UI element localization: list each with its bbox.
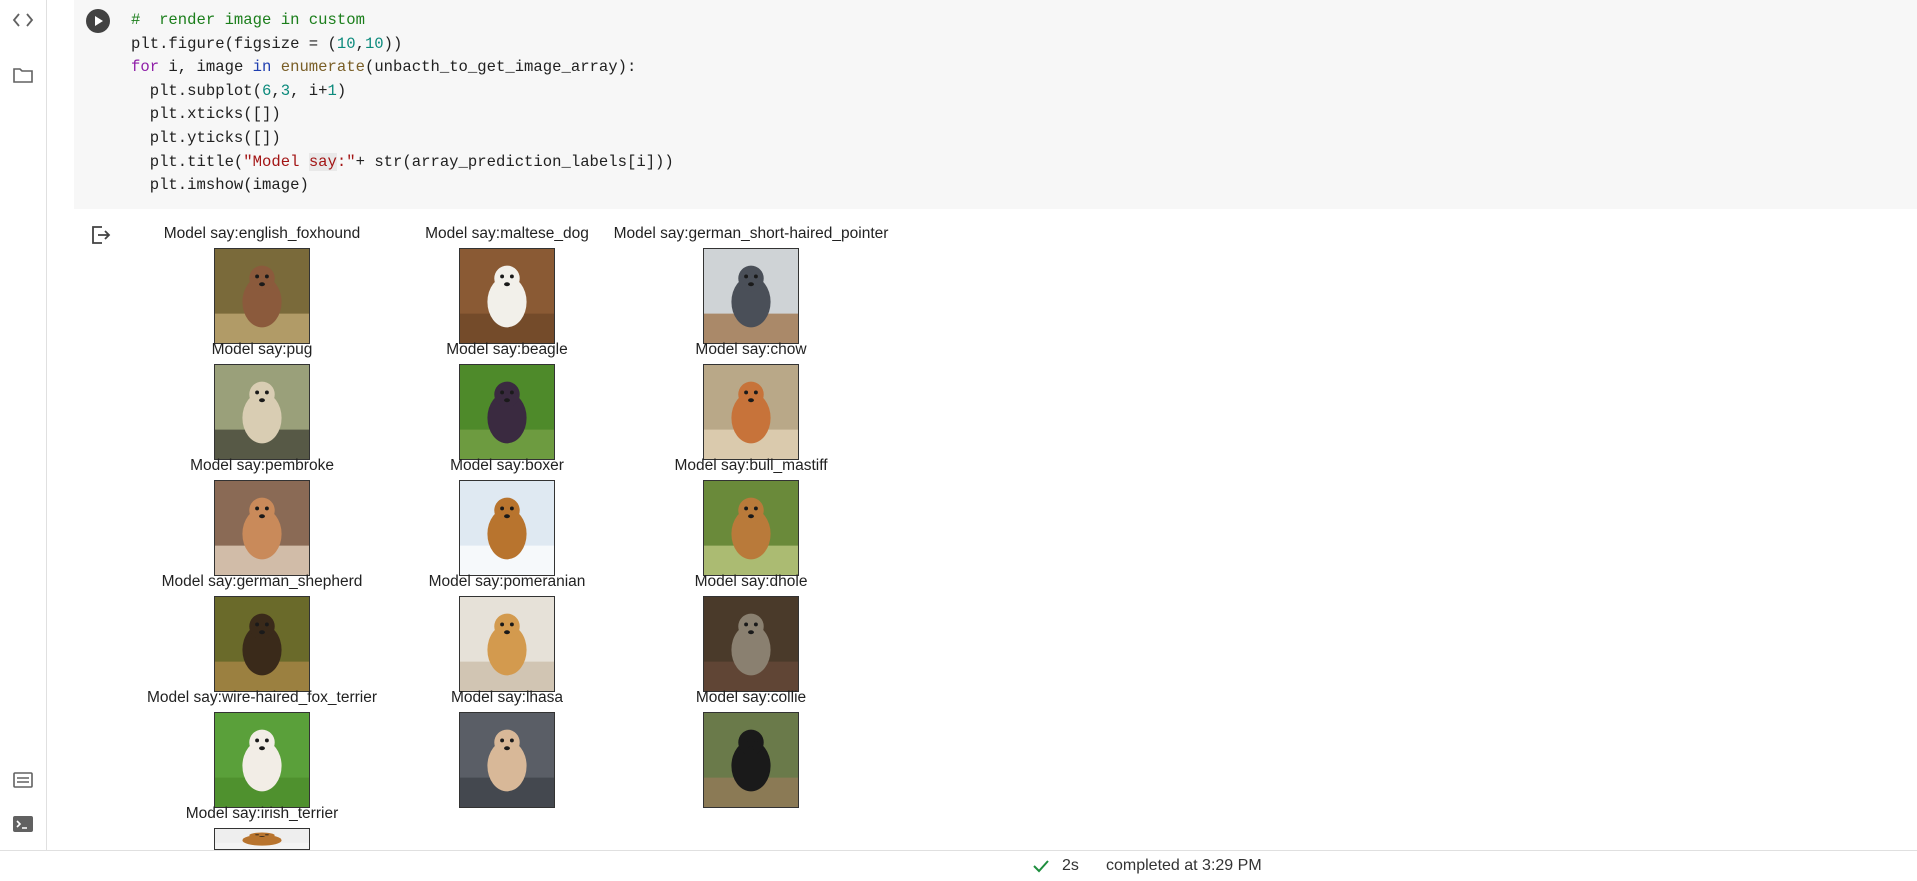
code-line: # render image in custom: [131, 11, 365, 29]
code-icon[interactable]: [9, 6, 37, 34]
dog-image: [214, 364, 310, 460]
subplot-title: Model say:maltese_dog: [425, 225, 589, 242]
dog-image: [703, 596, 799, 692]
subplot-title: Model say:pomeranian: [428, 573, 586, 590]
code-editor[interactable]: # render image in custom plt.figure(figsi…: [131, 9, 674, 198]
subplot-title: Model say:pug: [211, 341, 313, 358]
dog-image: [214, 480, 310, 576]
code-line: plt.subplot(6,3, i+1): [131, 81, 347, 100]
dog-image: [214, 248, 310, 344]
code-line: plt.imshow(image): [131, 176, 309, 195]
subplot-title: Model say:irish_terrier: [185, 805, 339, 822]
output-icon[interactable]: [90, 224, 112, 246]
left-rail: [0, 0, 47, 880]
subplot-title: Model say:german_shepherd: [161, 573, 363, 590]
subplot-title: Model say:german_short-haired_pointer: [613, 225, 889, 242]
dog-image: [703, 480, 799, 576]
terminal-icon[interactable]: [9, 810, 37, 838]
dog-image: [459, 364, 555, 460]
subplot-title: Model say:pembroke: [190, 457, 334, 474]
subplot-title: Model say:boxer: [450, 457, 564, 474]
dog-image: [703, 364, 799, 460]
code-line: plt.xticks([]): [131, 105, 281, 124]
folder-icon[interactable]: [9, 61, 37, 89]
code-line: for i, image in enumerate(unbacth_to_get…: [131, 58, 637, 77]
dog-image: [459, 712, 555, 808]
dog-image: [703, 248, 799, 344]
subplot-title: Model say:wire-haired_fox_terrier: [146, 689, 378, 706]
dog-image: [703, 712, 799, 808]
command-palette-icon[interactable]: [9, 766, 37, 794]
check-icon: [1033, 860, 1049, 873]
status-bar: 2s completed at 3:29 PM: [0, 850, 1917, 881]
subplot-title: Model say:collie: [695, 689, 807, 706]
subplot-title: Model say:lhasa: [450, 689, 564, 706]
subplot-title: Model say:dhole: [694, 573, 808, 590]
dog-image: [214, 712, 310, 808]
subplot-title: Model say:english_foxhound: [163, 225, 361, 242]
code-line: plt.figure(figsize = (10,10)): [131, 34, 403, 53]
code-line: plt.title("Model say:"+ str(array_predic…: [131, 152, 674, 171]
dog-image: [214, 828, 310, 850]
dog-image: [459, 596, 555, 692]
play-icon: [95, 16, 103, 26]
subplot-title: Model say:bull_mastiff: [674, 457, 828, 474]
dog-image: [214, 596, 310, 692]
dog-image: [459, 248, 555, 344]
dog-image: [459, 480, 555, 576]
code-line: plt.yticks([]): [131, 128, 281, 147]
subplot-title: Model say:beagle: [446, 341, 568, 358]
run-cell-button[interactable]: [86, 9, 110, 33]
execution-duration: 2s: [1062, 857, 1079, 874]
execution-status: completed at 3:29 PM: [1106, 857, 1262, 874]
subplot-title: Model say:chow: [695, 341, 807, 358]
